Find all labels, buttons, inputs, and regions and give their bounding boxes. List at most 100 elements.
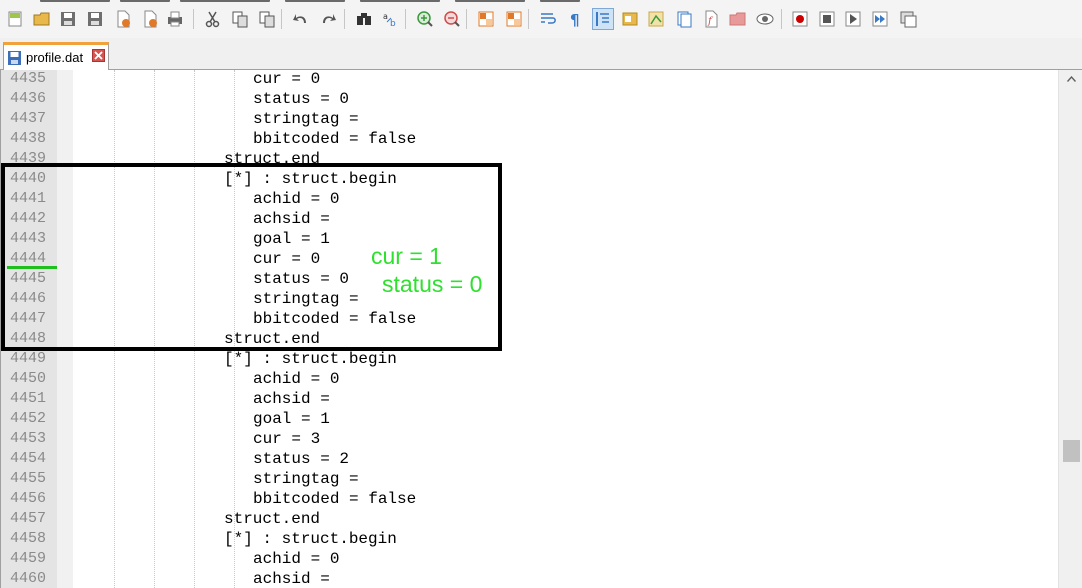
code-line[interactable]: 4435 cur = 0 bbox=[1, 70, 1058, 89]
cut-icon[interactable] bbox=[202, 8, 224, 30]
paste-icon[interactable] bbox=[256, 8, 278, 30]
open-file-icon[interactable] bbox=[31, 8, 53, 30]
document-list-icon[interactable] bbox=[673, 8, 695, 30]
sync-horizontal-icon[interactable] bbox=[503, 8, 525, 30]
code-text: bbitcoded = false bbox=[253, 130, 417, 148]
word-wrap-icon[interactable] bbox=[537, 8, 559, 30]
line-number: 4456 bbox=[10, 490, 47, 507]
code-line[interactable]: 4451 achsid = bbox=[1, 389, 1058, 409]
code-text: struct.end bbox=[224, 510, 321, 528]
code-text: [*] : struct.begin bbox=[224, 530, 397, 548]
zoom-out-icon[interactable] bbox=[441, 8, 463, 30]
toolbar: a b ¶ f bbox=[0, 0, 1082, 38]
code-text: [*] : struct.begin bbox=[224, 350, 397, 368]
redo-icon[interactable] bbox=[317, 8, 339, 30]
code-line[interactable]: 4438 bbitcoded = false bbox=[1, 129, 1058, 149]
code-line[interactable]: 4436 status = 0 bbox=[1, 89, 1058, 109]
toolbar-separator bbox=[281, 9, 282, 29]
code-text: achid = 0 bbox=[253, 550, 340, 568]
line-number: 4450 bbox=[10, 370, 47, 387]
annotation-underline bbox=[7, 266, 57, 269]
code-line[interactable]: 4459 achid = 0 bbox=[1, 549, 1058, 569]
svg-text:a: a bbox=[383, 12, 388, 21]
line-number: 4457 bbox=[10, 510, 47, 527]
print-icon[interactable] bbox=[164, 8, 186, 30]
scroll-thumb[interactable] bbox=[1063, 440, 1080, 462]
toolbar-separator bbox=[193, 9, 194, 29]
line-number: 4438 bbox=[10, 130, 47, 147]
code-line[interactable]: 4454 status = 2 bbox=[1, 449, 1058, 469]
user-language-icon[interactable] bbox=[619, 8, 641, 30]
code-line[interactable]: 4460 achsid = bbox=[1, 569, 1058, 588]
undo-icon[interactable] bbox=[290, 8, 312, 30]
code-line[interactable]: 4458 [*] : struct.begin bbox=[1, 529, 1058, 549]
close-icon[interactable] bbox=[112, 8, 134, 30]
line-number: 4454 bbox=[10, 450, 47, 467]
code-line[interactable]: 4449 [*] : struct.begin bbox=[1, 349, 1058, 369]
line-number: 4459 bbox=[10, 550, 47, 567]
code-line[interactable]: 4450 achid = 0 bbox=[1, 369, 1058, 389]
svg-text:b: b bbox=[390, 19, 396, 28]
code-text: achsid = bbox=[253, 570, 330, 588]
code-text: cur = 3 bbox=[253, 430, 321, 448]
sync-vertical-icon[interactable] bbox=[475, 8, 497, 30]
line-number: 4453 bbox=[10, 430, 47, 447]
show-all-characters-icon[interactable]: ¶ bbox=[564, 8, 586, 30]
code-text: status = 0 bbox=[253, 90, 350, 108]
code-line[interactable]: 4456 bbitcoded = false bbox=[1, 489, 1058, 509]
save-macro-icon[interactable] bbox=[897, 8, 919, 30]
line-number: 4458 bbox=[10, 530, 47, 547]
code-text: achid = 0 bbox=[253, 370, 340, 388]
vertical-scrollbar[interactable] bbox=[1058, 70, 1082, 588]
line-number: 4437 bbox=[10, 110, 47, 127]
code-line[interactable]: 4453 cur = 3 bbox=[1, 429, 1058, 449]
annotation-cur: cur = 1 bbox=[371, 243, 442, 269]
line-number: 4460 bbox=[10, 570, 47, 587]
folder-workspace-icon[interactable] bbox=[727, 8, 749, 30]
tab-close-icon[interactable] bbox=[92, 49, 105, 62]
copy-icon[interactable] bbox=[229, 8, 251, 30]
notepad-window: a b ¶ f profile.dat 4435 cur = 0 4436 status =… bbox=[0, 0, 1082, 588]
save-icon[interactable] bbox=[57, 8, 79, 30]
code-text: status = 2 bbox=[253, 450, 350, 468]
document-map-icon[interactable] bbox=[645, 8, 667, 30]
indent-guide-icon[interactable] bbox=[592, 8, 614, 30]
function-list-icon[interactable]: f bbox=[700, 8, 722, 30]
new-file-icon[interactable] bbox=[4, 8, 26, 30]
scroll-up-arrow-icon[interactable] bbox=[1059, 70, 1082, 87]
line-number: 4451 bbox=[10, 390, 47, 407]
save-all-icon[interactable] bbox=[84, 8, 106, 30]
find-icon[interactable] bbox=[353, 8, 375, 30]
code-text: goal = 1 bbox=[253, 410, 330, 428]
monitoring-icon[interactable] bbox=[754, 8, 776, 30]
run-macro-multiple-icon[interactable] bbox=[869, 8, 891, 30]
code-line[interactable]: 4455 stringtag = bbox=[1, 469, 1058, 489]
line-number: 4436 bbox=[10, 90, 47, 107]
playback-macro-icon[interactable] bbox=[842, 8, 864, 30]
code-line[interactable]: 4452 goal = 1 bbox=[1, 409, 1058, 429]
code-text: bbitcoded = false bbox=[253, 490, 417, 508]
annotation-status: status = 0 bbox=[382, 271, 483, 297]
code-text: stringtag = bbox=[253, 110, 359, 128]
stop-recording-icon[interactable] bbox=[816, 8, 838, 30]
line-number: 4455 bbox=[10, 470, 47, 487]
line-number: 4435 bbox=[10, 70, 47, 87]
menu-bar-clipped bbox=[0, 0, 1082, 4]
toolbar-separator bbox=[528, 9, 529, 29]
toolbar-separator bbox=[466, 9, 467, 29]
line-number: 4449 bbox=[10, 350, 47, 367]
toolbar-separator bbox=[405, 9, 406, 29]
tab-profile-dat[interactable]: profile.dat bbox=[3, 42, 109, 70]
code-line[interactable]: 4457 struct.end bbox=[1, 509, 1058, 529]
record-macro-icon[interactable] bbox=[789, 8, 811, 30]
code-text: stringtag = bbox=[253, 470, 359, 488]
tab-title: profile.dat bbox=[26, 50, 84, 65]
svg-text:¶: ¶ bbox=[570, 11, 580, 28]
editor-area[interactable]: 4435 cur = 0 4436 status = 0 4437 stringtag =… bbox=[0, 70, 1082, 588]
close-all-icon[interactable] bbox=[139, 8, 161, 30]
zoom-in-icon[interactable] bbox=[414, 8, 436, 30]
replace-icon[interactable]: ab bbox=[380, 8, 402, 30]
code-text: achsid = bbox=[253, 390, 330, 408]
code-line[interactable]: 4437 stringtag = bbox=[1, 109, 1058, 129]
line-number: 4452 bbox=[10, 410, 47, 427]
